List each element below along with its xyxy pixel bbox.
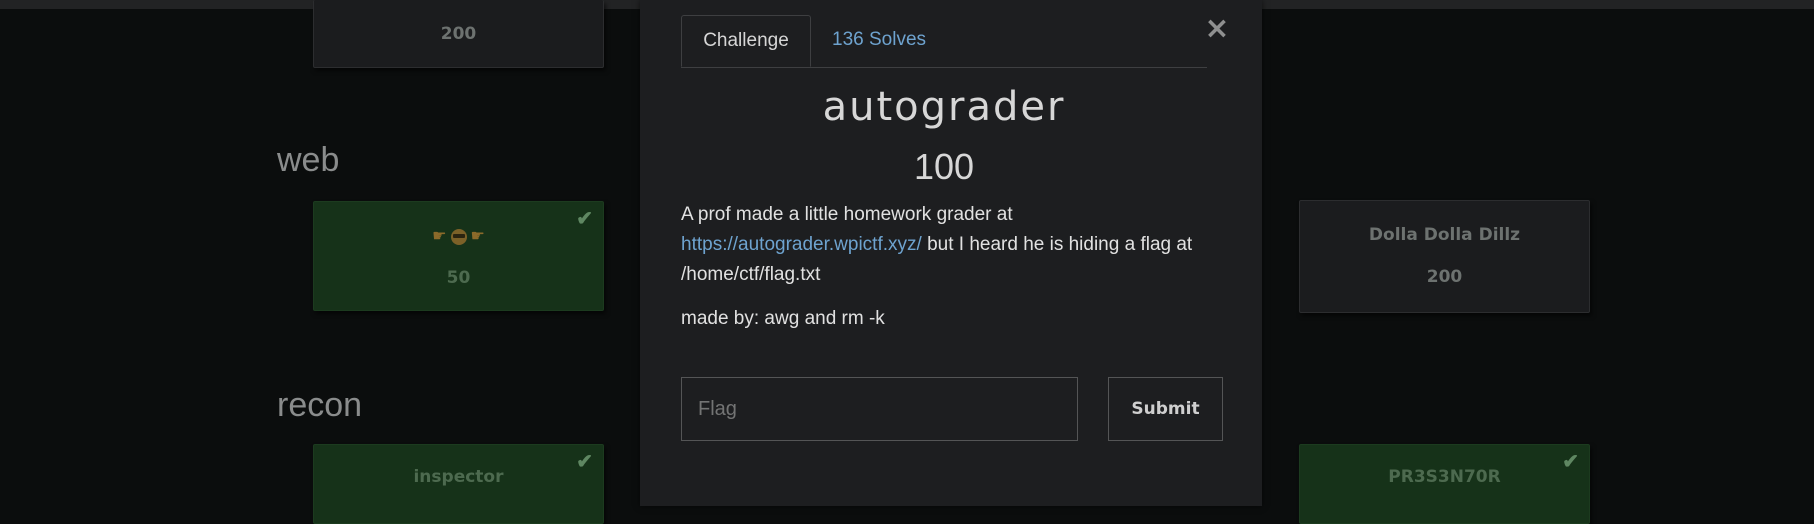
challenge-card-emoji[interactable]: ✔ ☛ ☛ 50 (313, 201, 604, 311)
category-title-recon: recon (277, 386, 363, 424)
challenge-card-name: inspector (413, 467, 504, 487)
challenge-card-emoji-title: ☛ ☛ (314, 226, 603, 246)
challenge-card-value: 200 (1426, 267, 1463, 287)
sunglasses-face-icon (450, 228, 467, 245)
tab-challenge[interactable]: Challenge (681, 15, 811, 67)
challenge-description: A prof made a little homework grader at … (681, 200, 1221, 290)
challenge-author: made by: awg and rm -k (681, 308, 885, 329)
description-text: A prof made a little homework grader at (681, 204, 1013, 225)
tab-solves[interactable]: 136 Solves (832, 15, 926, 67)
flag-input[interactable] (681, 377, 1078, 441)
challenge-card-value: 50 (446, 268, 471, 288)
challenge-card-pr3s3n70r[interactable]: ✔ PR3S3N70R (1299, 444, 1590, 524)
submit-button[interactable]: Submit (1108, 377, 1223, 441)
challenge-card-dolla-dolla-dillz[interactable]: Dolla Dolla Dillz 200 (1299, 200, 1590, 313)
challenge-card-inspector[interactable]: ✔ inspector (313, 444, 604, 524)
challenge-card-value: 200 (440, 24, 477, 44)
category-title-web: web (277, 141, 340, 179)
challenge-value: 100 (913, 146, 975, 187)
challenge-title: autograder (822, 84, 1066, 130)
challenge-modal: Challenge 136 Solves × autograder 100 A … (640, 0, 1262, 506)
pointing-hand-icon: ☛ (470, 228, 485, 245)
close-icon[interactable]: × (1202, 14, 1232, 44)
description-link[interactable]: https://autograder.wpictf.xyz/ (681, 234, 922, 255)
challenge-card-name: PR3S3N70R (1388, 467, 1501, 487)
pointing-hand-icon: ☛ (432, 228, 447, 245)
challenge-card[interactable]: 200 (313, 0, 604, 68)
challenge-card-name: Dolla Dolla Dillz (1368, 225, 1521, 245)
modal-tabs: Challenge 136 Solves (681, 15, 1207, 68)
